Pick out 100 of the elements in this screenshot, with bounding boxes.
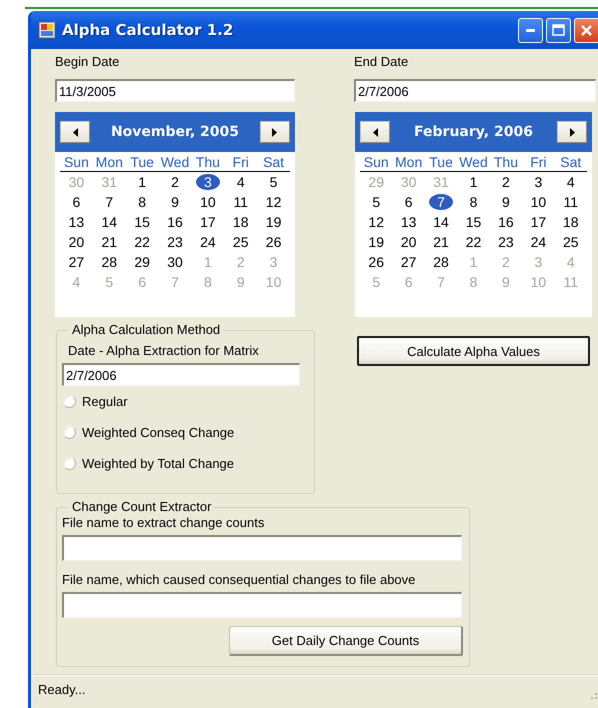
radio-button[interactable] [63, 395, 76, 408]
day-cell[interactable]: 22 [128, 234, 156, 250]
weekday-label: Sun [360, 152, 392, 172]
day-cell[interactable]: 25 [556, 234, 585, 250]
field-label: File name, which caused consequential changes to file above [62, 573, 416, 587]
day-cell[interactable]: 6 [66, 194, 86, 210]
day-cell[interactable]: 10 [524, 194, 552, 210]
day-cell[interactable]: 1 [132, 174, 152, 190]
day-cell[interactable]: 8 [132, 194, 152, 210]
close-button[interactable] [574, 18, 598, 42]
day-cell[interactable]: 13 [394, 214, 422, 230]
previous-month-button[interactable] [360, 121, 390, 143]
day-cell[interactable]: 17 [524, 214, 552, 230]
day-cell[interactable]: 23 [492, 234, 520, 250]
field-label: End Date [354, 54, 410, 70]
day-cell[interactable]: 3 [196, 174, 220, 190]
date-field[interactable]: 2/7/2006 [62, 363, 300, 386]
day-cell[interactable]: 17 [194, 214, 222, 230]
radio-button[interactable] [63, 426, 76, 439]
day-cell[interactable]: 27 [62, 254, 90, 270]
next-month-button[interactable] [260, 121, 290, 143]
weekday-label: Thu [490, 152, 522, 172]
field-label: Date - Alpha Extraction for Matrix [68, 343, 260, 359]
day-cell[interactable]: 19 [260, 214, 288, 230]
radio-button[interactable] [63, 457, 76, 470]
day-cell[interactable]: 15 [460, 214, 488, 230]
minimize-button[interactable] [518, 18, 543, 42]
right-triangle-icon [272, 128, 278, 136]
day-cell[interactable]: 16 [161, 214, 189, 230]
day-cell[interactable]: 26 [260, 234, 288, 250]
day-cell[interactable]: 1 [464, 174, 484, 190]
day-cell[interactable]: 16 [492, 214, 520, 230]
weekday-label: Tue [126, 152, 159, 172]
maximize-button[interactable] [546, 18, 571, 42]
calculate-button[interactable]: Calculate Alpha Values [357, 336, 590, 366]
previous-month-button[interactable] [60, 121, 90, 143]
day-cell[interactable]: 10 [194, 194, 222, 210]
weekday-label: Sun [60, 152, 93, 172]
radio-label: Weighted by Total Change [82, 456, 234, 471]
day-cell[interactable]: 23 [161, 234, 189, 250]
day-cell[interactable]: 8 [464, 194, 484, 210]
day-cell[interactable]: 2 [165, 174, 185, 190]
day-cell[interactable]: 7 [99, 194, 120, 210]
day-cell[interactable]: 5 [264, 174, 284, 190]
day-cell[interactable]: 12 [260, 194, 288, 210]
field-label: Begin Date [55, 54, 120, 70]
day-cell[interactable]: 28 [95, 254, 124, 270]
day-cell[interactable]: 11 [227, 194, 254, 210]
day-cell[interactable]: 24 [194, 234, 222, 250]
day-cell[interactable]: 25 [226, 234, 254, 250]
day-cell[interactable]: 29 [128, 254, 156, 270]
radio-label: Weighted Conseq Change [82, 425, 234, 440]
day-cell[interactable]: 4 [230, 174, 251, 190]
left-triangle-icon [72, 128, 78, 136]
file-name-field[interactable] [62, 592, 462, 618]
group-title: Alpha Calculation Method [71, 323, 222, 337]
day-cell[interactable]: 19 [362, 234, 390, 250]
weekday-label: Tue [424, 152, 458, 172]
get-counts-button[interactable]: Get Daily Change Counts [229, 626, 463, 656]
weekday-label: Wed [158, 152, 192, 172]
day-cell[interactable]: 18 [226, 214, 254, 230]
day-cell[interactable]: 3 [528, 174, 548, 190]
next-month-button[interactable] [557, 121, 587, 143]
day-cell[interactable]: 28 [427, 254, 455, 270]
day-cell[interactable]: 2 [496, 174, 516, 190]
day-cell[interactable]: 14 [95, 214, 124, 230]
day-cell[interactable]: 30 [161, 254, 189, 270]
day-cell[interactable]: 6 [398, 194, 419, 210]
day-cell[interactable]: 20 [394, 234, 422, 250]
left-triangle-icon [372, 128, 378, 136]
weekday-label: Sat [554, 152, 587, 172]
file-name-field[interactable] [62, 535, 462, 561]
weekday-label: Mon [392, 152, 425, 172]
day-cell[interactable]: 4 [560, 174, 581, 190]
weekday-label: Thu [191, 152, 224, 172]
day-cell[interactable]: 24 [524, 234, 552, 250]
day-cell[interactable]: 13 [62, 214, 90, 230]
day-cell[interactable]: 12 [362, 214, 390, 230]
day-cell[interactable]: 20 [62, 234, 90, 250]
day-cell[interactable]: 21 [427, 234, 455, 250]
day-cell[interactable]: 15 [128, 214, 156, 230]
date-field[interactable]: 2/7/2006 [354, 79, 596, 102]
day-cell[interactable]: 18 [556, 214, 585, 230]
day-cell[interactable]: 26 [362, 254, 390, 270]
day-cell[interactable]: 21 [95, 234, 124, 250]
date-field[interactable]: 11/3/2005 [55, 79, 295, 102]
status-text: Ready... [38, 682, 86, 697]
month-title: November, 2005 [110, 124, 240, 140]
day-cell[interactable]: 7 [429, 194, 453, 210]
day-cell[interactable]: 11 [558, 194, 584, 210]
day-cell[interactable]: 22 [460, 234, 488, 250]
day-cell[interactable]: 5 [366, 194, 386, 210]
resize-grip-icon [590, 692, 598, 700]
day-cell[interactable]: 27 [394, 254, 422, 270]
window-title: Alpha Calculator 1.2 [62, 21, 234, 39]
day-cell[interactable]: 9 [165, 194, 185, 210]
weekday-label: Wed [457, 152, 490, 172]
month-title: February, 2006 [414, 124, 533, 140]
day-cell[interactable]: 9 [496, 194, 516, 210]
day-cell[interactable]: 14 [427, 214, 455, 230]
